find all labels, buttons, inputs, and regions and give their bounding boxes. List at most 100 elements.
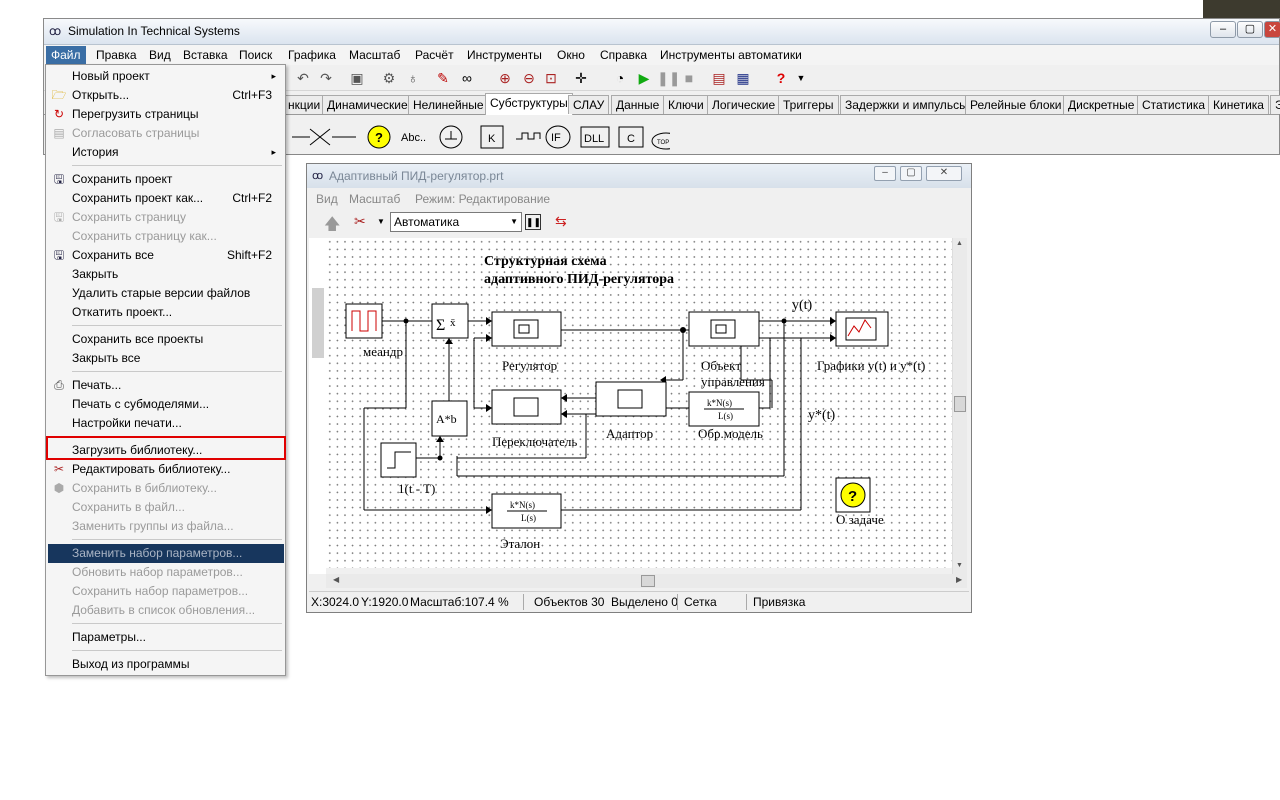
- vertical-scrollbar[interactable]: ▲ ▼: [952, 238, 967, 574]
- tab-data[interactable]: Данные: [611, 95, 665, 114]
- menu-item-rollback-project[interactable]: Откатить проект...: [48, 303, 284, 322]
- project-menu-scale[interactable]: Масштаб: [349, 192, 400, 206]
- scroll-down-icon[interactable]: ▼: [956, 562, 963, 569]
- tab-discrete[interactable]: Дискретные: [1063, 95, 1140, 114]
- settings-icon[interactable]: ⚙: [380, 69, 398, 87]
- menu-item-save-to-library[interactable]: ⬢ Сохранить в библиотеку...: [48, 479, 284, 498]
- tab-kinetics[interactable]: Кинетика: [1208, 95, 1269, 114]
- menu-item-print-settings[interactable]: Настройки печати...: [48, 414, 284, 433]
- scroll-right-icon[interactable]: ▶: [956, 575, 962, 584]
- tab-nonlinear[interactable]: Нелинейные: [408, 95, 489, 114]
- menu-insert[interactable]: Вставка: [178, 46, 233, 64]
- scroll-left-icon[interactable]: ◀: [333, 575, 339, 584]
- light-icon[interactable]: ♁: [404, 69, 422, 87]
- palette-blocks[interactable]: ? Abc.. K IF DLL C TOP: [290, 119, 670, 153]
- tab-substructures[interactable]: Субструктуры: [485, 93, 573, 115]
- menu-calc[interactable]: Расчёт: [410, 46, 459, 64]
- maximize-button[interactable]: ▢: [1237, 21, 1263, 38]
- zoom-fit-icon[interactable]: ⊡: [542, 69, 560, 87]
- menu-item-add-update-list[interactable]: Добавить в список обновления...: [48, 601, 284, 620]
- menu-item-print[interactable]: ⎙ Печать...: [48, 376, 284, 395]
- timer-icon[interactable]: ◔: [611, 69, 629, 87]
- tools-icon[interactable]: ✂: [354, 213, 366, 230]
- status-grid[interactable]: Сетка: [684, 595, 717, 609]
- tab-logic[interactable]: Логические: [707, 95, 781, 114]
- menu-scale[interactable]: Масштаб: [344, 46, 405, 64]
- menu-item-new-project[interactable]: Новый проект ▸: [48, 67, 284, 86]
- zoom-in-icon[interactable]: ⊕: [496, 69, 514, 87]
- menu-item-print-submodels[interactable]: Печать с субмоделями...: [48, 395, 284, 414]
- diagram-canvas[interactable]: Σ x̄ k*N(s) L(s) A*b k*N(s) L(s) ? Струк…: [326, 238, 967, 568]
- tab-keys[interactable]: Ключи: [663, 95, 709, 114]
- save-disabled-icon[interactable]: ▣: [348, 69, 366, 87]
- menu-item-sync-pages[interactable]: ▤ Согласовать страницы: [48, 124, 284, 143]
- project-menu-view[interactable]: Вид: [316, 192, 338, 206]
- menu-item-open[interactable]: 🗁 Открыть... Ctrl+F3: [48, 86, 284, 105]
- menu-item-update-param-set[interactable]: Обновить набор параметров...: [48, 563, 284, 582]
- menu-item-save-project[interactable]: 🖫 Сохранить проект: [48, 170, 284, 189]
- menu-item-reload-pages[interactable]: ↻ Перегрузить страницы: [48, 105, 284, 124]
- menu-item-close[interactable]: Закрыть: [48, 265, 284, 284]
- horizontal-scroll-thumb[interactable]: [641, 575, 655, 587]
- status-snap[interactable]: Привязка: [753, 595, 805, 609]
- tab-delays[interactable]: Задержки и импульсы: [840, 95, 973, 114]
- tools-chevron-down-icon[interactable]: ▼: [377, 217, 385, 226]
- menu-item-exit[interactable]: Выход из программы: [48, 655, 284, 674]
- project-restore-button[interactable]: ▢: [900, 166, 922, 181]
- menu-view[interactable]: Вид: [144, 46, 176, 64]
- project-menu-mode[interactable]: Режим: Редактирование: [415, 192, 550, 206]
- menu-item-history[interactable]: История ▸: [48, 143, 284, 162]
- menu-item-save-page[interactable]: 🖫 Сохранить страницу: [48, 208, 284, 227]
- pan-icon[interactable]: ✛: [572, 69, 590, 87]
- menu-item-save-all[interactable]: 🖫 Сохранить все Shift+F2: [48, 246, 284, 265]
- menu-item-save-page-as[interactable]: Сохранить страницу как...: [48, 227, 284, 246]
- menu-window[interactable]: Окно: [552, 46, 590, 64]
- tab-triggers[interactable]: Триггеры: [778, 95, 839, 114]
- tab-dynamic[interactable]: Динамические: [322, 95, 413, 114]
- menu-search[interactable]: Поиск: [234, 46, 277, 64]
- table-icon[interactable]: ▦: [734, 69, 752, 87]
- pause-sim-icon[interactable]: ❚❚: [525, 214, 541, 230]
- chart-icon[interactable]: ▤: [710, 69, 728, 87]
- pause-icon[interactable]: ❚❚: [657, 69, 680, 87]
- menu-graphics[interactable]: Графика: [283, 46, 341, 64]
- menu-automation-tools[interactable]: Инструменты автоматики: [655, 46, 807, 64]
- minimize-button[interactable]: –: [1210, 21, 1236, 38]
- menu-item-delete-old-versions[interactable]: Удалить старые версии файлов: [48, 284, 284, 303]
- menu-tools[interactable]: Инструменты: [462, 46, 547, 64]
- binoculars-icon[interactable]: ∞: [458, 69, 476, 87]
- undo-icon[interactable]: ↶: [294, 69, 312, 87]
- chevron-down-icon[interactable]: ▼: [792, 69, 810, 87]
- help-icon[interactable]: ?: [772, 69, 790, 87]
- menu-item-edit-library[interactable]: ✂ Редактировать библиотеку...: [48, 460, 284, 479]
- tab-slau[interactable]: СЛАУ: [568, 95, 610, 114]
- menu-item-parameters[interactable]: Параметры...: [48, 628, 284, 647]
- menu-item-save-project-as[interactable]: Сохранить проект как... Ctrl+F2: [48, 189, 284, 208]
- close-button[interactable]: ✕: [1264, 21, 1280, 38]
- redo-icon[interactable]: ↷: [317, 69, 335, 87]
- menu-edit[interactable]: Правка: [91, 46, 142, 64]
- run-icon[interactable]: ▶: [635, 69, 653, 87]
- project-minimize-button[interactable]: –: [874, 166, 896, 181]
- zoom-out-icon[interactable]: ⊖: [520, 69, 538, 87]
- menu-file[interactable]: Файл: [46, 46, 86, 64]
- menu-item-replace-groups[interactable]: Заменить группы из файла...: [48, 517, 284, 536]
- marker-icon[interactable]: ✎: [434, 69, 452, 87]
- menu-item-save-all-projects[interactable]: Сохранить все проекты: [48, 330, 284, 349]
- menu-item-save-param-set[interactable]: Сохранить набор параметров...: [48, 582, 284, 601]
- swap-icon[interactable]: ⇆: [555, 213, 567, 230]
- stop-icon[interactable]: ■: [680, 69, 698, 87]
- menu-item-replace-param-set[interactable]: Заменить набор параметров...: [48, 544, 284, 563]
- tab-more[interactable]: Э: [1270, 95, 1280, 114]
- tab-statistics[interactable]: Статистика: [1137, 95, 1211, 114]
- menu-item-save-to-file[interactable]: Сохранить в файл...: [48, 498, 284, 517]
- left-scroll-thumb[interactable]: [312, 288, 324, 358]
- tab-relay[interactable]: Релейные блоки: [965, 95, 1067, 114]
- menu-help[interactable]: Справка: [595, 46, 652, 64]
- up-arrow-icon[interactable]: 🡅: [324, 213, 340, 240]
- project-close-button[interactable]: ✕: [926, 166, 962, 181]
- menu-item-close-all[interactable]: Закрыть все: [48, 349, 284, 368]
- horizontal-scrollbar[interactable]: ◀ ▶: [326, 574, 967, 588]
- tab-functions[interactable]: нкции: [283, 95, 326, 114]
- vertical-scroll-thumb[interactable]: [954, 396, 966, 412]
